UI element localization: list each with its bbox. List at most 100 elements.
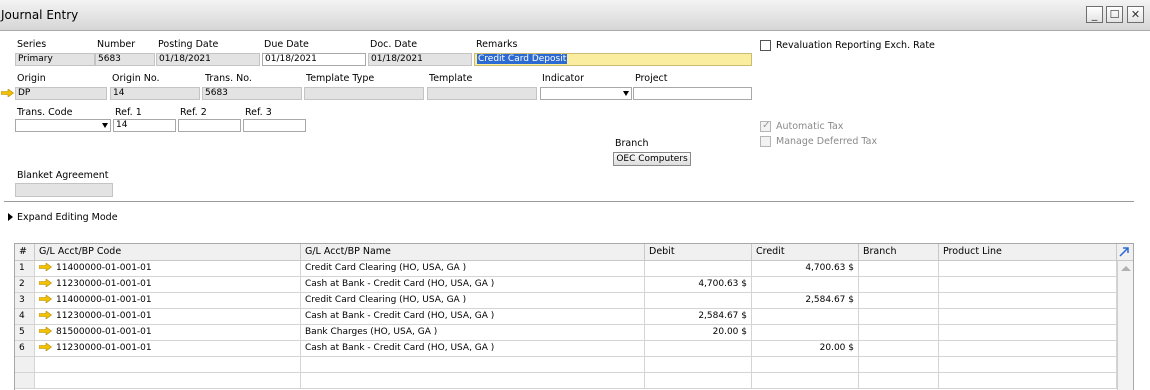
blanket-agreement-field[interactable] [15,183,113,197]
account-name[interactable]: Cash at Bank - Credit Card (HO, USA, GA … [301,277,645,293]
account-code[interactable]: 11230000-01-001-01 [35,341,301,357]
origin-field[interactable]: DP [15,87,107,100]
account-code[interactable]: 11400000-01-001-01 [35,293,301,309]
ref1-field[interactable]: 14 [113,119,176,132]
column-header-product-line[interactable]: Product Line [939,244,1117,261]
account-name[interactable]: Bank Charges (HO, USA, GA ) [301,325,645,341]
link-arrow-icon[interactable] [38,262,53,272]
link-arrow-icon[interactable] [38,278,53,288]
minimize-button[interactable]: _ [1086,6,1103,23]
row-number[interactable] [15,373,35,389]
indicator-dropdown[interactable] [540,87,632,100]
branch-cell[interactable] [859,341,939,357]
number-field[interactable]: 5683 [95,53,155,66]
automatic-tax-checkbox[interactable]: ✓ [760,120,771,132]
row-number[interactable]: 3 [15,293,35,309]
credit-cell[interactable] [752,373,859,389]
journal-lines-table[interactable]: # G/L Acct/BP Code G/L Acct/BP Name Debi… [14,243,1134,390]
product-line-cell[interactable] [939,325,1117,341]
column-header-expand[interactable] [1117,244,1133,261]
maximize-button[interactable]: ☐ [1106,6,1123,23]
credit-cell[interactable] [752,277,859,293]
account-code[interactable] [35,357,301,373]
revaluation-checkbox[interactable] [760,40,771,51]
link-arrow-icon[interactable] [38,310,53,320]
ref3-field[interactable] [243,119,306,132]
row-number[interactable]: 4 [15,309,35,325]
row-number[interactable]: 5 [15,325,35,341]
credit-cell[interactable] [752,357,859,373]
branch-cell[interactable] [859,309,939,325]
account-name[interactable]: Credit Card Clearing (HO, USA, GA ) [301,293,645,309]
account-name[interactable] [301,357,645,373]
row-number[interactable]: 6 [15,341,35,357]
debit-cell[interactable] [645,373,752,389]
debit-cell[interactable] [645,293,752,309]
branch-cell[interactable] [859,293,939,309]
column-header-debit[interactable]: Debit [645,244,752,261]
branch-cell[interactable] [859,261,939,277]
branch-cell[interactable] [859,325,939,341]
credit-cell[interactable] [752,325,859,341]
trans-code-dropdown[interactable] [15,119,111,132]
expand-editing-mode-toggle[interactable]: Expand Editing Mode [17,212,118,223]
manage-deferred-tax-checkbox[interactable] [760,136,771,147]
product-line-cell[interactable] [939,261,1117,277]
column-header-code[interactable]: G/L Acct/BP Code [35,244,301,261]
due-date-field[interactable]: 01/18/2021 [262,53,366,66]
account-name[interactable] [301,373,645,389]
account-code[interactable]: 11230000-01-001-01 [35,277,301,293]
link-arrow-icon[interactable] [38,326,53,336]
column-header-branch[interactable]: Branch [859,244,939,261]
triangle-right-icon[interactable] [8,213,13,221]
account-code[interactable] [35,373,301,389]
row-number[interactable] [15,357,35,373]
product-line-cell[interactable] [939,309,1117,325]
template-field[interactable] [427,87,537,100]
account-name[interactable]: Credit Card Clearing (HO, USA, GA ) [301,261,645,277]
account-code[interactable]: 81500000-01-001-01 [35,325,301,341]
debit-cell[interactable]: 2,584.67 $ [645,309,752,325]
row-number[interactable]: 1 [15,261,35,277]
debit-cell[interactable]: 4,700.63 $ [645,277,752,293]
link-arrow-icon[interactable] [38,294,53,304]
debit-cell[interactable]: 20.00 $ [645,325,752,341]
origin-no-field[interactable]: 14 [110,87,200,100]
product-line-cell[interactable] [939,293,1117,309]
doc-date-field[interactable]: 01/18/2021 [368,53,472,66]
account-name[interactable]: Cash at Bank - Credit Card (HO, USA, GA … [301,309,645,325]
branch-cell[interactable] [859,357,939,373]
credit-cell[interactable]: 2,584.67 $ [752,293,859,309]
debit-cell[interactable] [645,261,752,277]
branch-cell[interactable] [859,373,939,389]
origin-link-arrow-icon[interactable] [1,89,14,97]
template-type-field[interactable] [304,87,424,100]
account-code[interactable]: 11230000-01-001-01 [35,309,301,325]
column-header-name[interactable]: G/L Acct/BP Name [301,244,645,261]
credit-cell[interactable] [752,309,859,325]
account-name[interactable]: Cash at Bank - Credit Card (HO, USA, GA … [301,341,645,357]
product-line-cell[interactable] [939,357,1117,373]
credit-cell[interactable]: 4,700.63 $ [752,261,859,277]
debit-cell[interactable] [645,357,752,373]
product-line-cell[interactable] [939,341,1117,357]
expand-table-icon[interactable] [1118,246,1130,258]
branch-cell[interactable] [859,277,939,293]
vertical-scrollbar[interactable] [1117,261,1133,390]
column-header-row-number[interactable]: # [15,244,35,261]
product-line-cell[interactable] [939,277,1117,293]
credit-cell[interactable]: 20.00 $ [752,341,859,357]
ref2-field[interactable] [178,119,241,132]
debit-cell[interactable] [645,341,752,357]
column-header-credit[interactable]: Credit [752,244,859,261]
account-code[interactable]: 11400000-01-001-01 [35,261,301,277]
product-line-cell[interactable] [939,373,1117,389]
link-arrow-icon[interactable] [38,342,53,352]
series-field[interactable]: Primary [15,53,95,66]
row-number[interactable]: 2 [15,277,35,293]
close-button[interactable]: ✕ [1127,6,1144,23]
project-field[interactable] [633,87,752,100]
scroll-up-icon[interactable] [1121,266,1131,271]
trans-no-field[interactable]: 5683 [202,87,302,100]
posting-date-field[interactable]: 01/18/2021 [156,53,260,66]
